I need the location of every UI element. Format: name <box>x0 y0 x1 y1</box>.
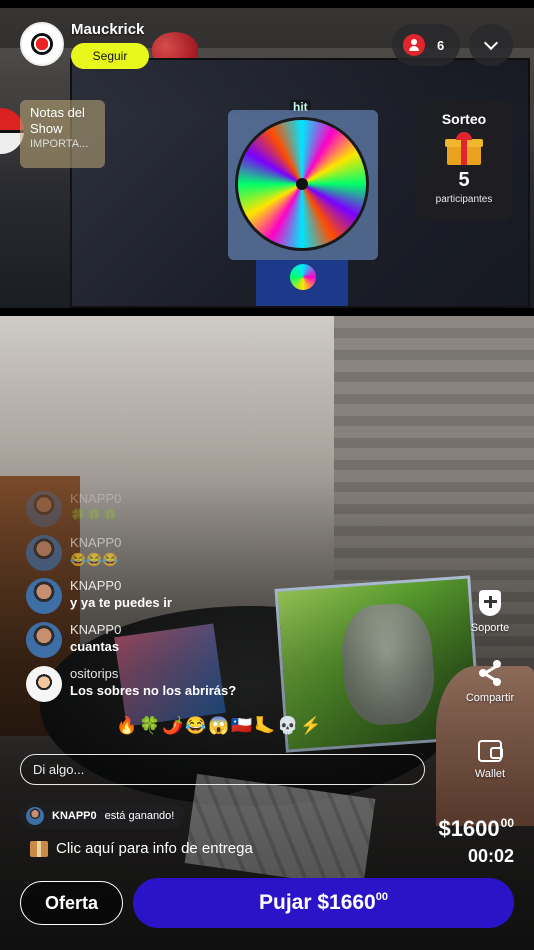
chat-text: y ya te puedes ir <box>70 595 172 610</box>
raffle-participant-label: participantes <box>435 194 493 205</box>
chat-message: KNAPP0 cuantas <box>26 622 121 660</box>
chat-message: ositorips Los sobres no los abrirás? <box>26 666 236 704</box>
show-notes-card[interactable]: Notas del Show IMPORTA... <box>20 100 105 168</box>
host-logo-icon <box>31 33 53 55</box>
share-button[interactable]: Compartir <box>448 660 532 704</box>
reaction-fire[interactable]: 🔥 <box>116 716 137 736</box>
chat-avatar <box>26 666 62 702</box>
chat-avatar <box>26 578 62 614</box>
show-notes-title: Notas del Show <box>30 105 85 136</box>
bid-label: Pujar $1660 <box>258 891 376 914</box>
chat-username: ositorips <box>70 666 119 681</box>
reaction-chile-flag[interactable]: 🇨🇱 <box>231 716 252 736</box>
follow-button[interactable]: Seguir <box>71 43 149 69</box>
bid-cents: 00 <box>375 891 388 903</box>
shield-plus-icon <box>479 590 501 616</box>
reaction-laugh[interactable]: 😂 <box>185 716 206 736</box>
price-amount: $1600 <box>438 816 500 841</box>
support-button[interactable]: Soporte <box>454 590 526 634</box>
raffle-title: Sorteo <box>441 111 487 127</box>
current-price: $160000 <box>438 816 514 842</box>
chat-avatar <box>26 535 62 571</box>
winner-status: está ganando! <box>104 810 175 822</box>
wheel-stand <box>256 260 348 306</box>
offer-button[interactable]: Oferta <box>20 881 123 925</box>
chat-message: KNAPP0 y ya te puedes ir <box>26 578 172 616</box>
reaction-lightning[interactable]: ⚡ <box>300 716 321 736</box>
chevron-down-icon <box>483 35 499 50</box>
raffle-participant-count: 5 <box>458 169 470 191</box>
package-icon <box>30 840 48 857</box>
chat-message: KNAPP0 🍀🍀🍀 <box>26 491 121 529</box>
reaction-scream[interactable]: 😱 <box>208 716 229 736</box>
chat-avatar <box>26 491 62 527</box>
wallet-label: Wallet <box>474 768 506 780</box>
person-icon <box>403 34 425 56</box>
auction-timer: 00:02 <box>467 846 514 866</box>
wallet-button[interactable]: Wallet <box>454 740 526 780</box>
show-notes-preview: IMPORTA... <box>30 138 89 150</box>
winner-username: KNAPP0 <box>52 810 97 822</box>
share-icon <box>477 660 503 686</box>
chat-input[interactable] <box>20 754 425 785</box>
quick-reactions: 🔥 🍀 🌶️ 😂 😱 🇨🇱 🦶 💀 ⚡ <box>116 716 321 736</box>
reaction-pepper[interactable]: 🌶️ <box>162 716 183 736</box>
prize-wheel-panel <box>228 110 378 260</box>
host-name[interactable]: Mauckrick <box>71 21 144 38</box>
support-label: Soporte <box>470 622 510 634</box>
delivery-info-text: Clic aquí para info de entrega <box>56 840 253 857</box>
chat-message: KNAPP0 😂😂😂 <box>26 535 121 573</box>
collapse-button[interactable] <box>469 24 513 66</box>
chat-text: Los sobres no los abrirás? <box>70 683 237 698</box>
chat-text: 😂😂😂 <box>70 552 119 567</box>
host-avatar[interactable] <box>20 22 64 66</box>
price-cents: 00 <box>500 816 514 830</box>
gift-icon <box>445 132 483 165</box>
prize-wheel <box>238 120 366 248</box>
reaction-clover[interactable]: 🍀 <box>139 716 160 736</box>
chat-text: 🍀🍀🍀 <box>70 508 119 523</box>
video-divider <box>0 308 534 316</box>
chat-username: KNAPP0 <box>70 622 122 637</box>
chat-username: KNAPP0 <box>70 578 122 593</box>
reaction-skull[interactable]: 💀 <box>277 716 298 736</box>
share-label: Compartir <box>465 692 515 704</box>
wallet-icon <box>478 740 503 762</box>
viewer-count: 6 <box>437 37 445 53</box>
delivery-info-link[interactable]: Clic aquí para info de entrega <box>30 840 253 857</box>
chat-username: KNAPP0 <box>70 535 122 550</box>
bid-button[interactable]: Pujar $166000 <box>133 878 514 928</box>
chat-text: cuantas <box>70 639 120 654</box>
chat-avatar <box>26 622 62 658</box>
mini-wheel <box>290 264 316 290</box>
winner-avatar <box>26 807 44 825</box>
reaction-foot[interactable]: 🦶 <box>254 716 275 736</box>
raffle-card[interactable]: Sorteo 5 participantes <box>416 100 512 222</box>
chat-username: KNAPP0 <box>70 491 122 506</box>
viewer-count-pill[interactable]: 6 <box>392 24 460 66</box>
winning-bidder-badge: KNAPP0 está ganando! <box>20 803 185 829</box>
